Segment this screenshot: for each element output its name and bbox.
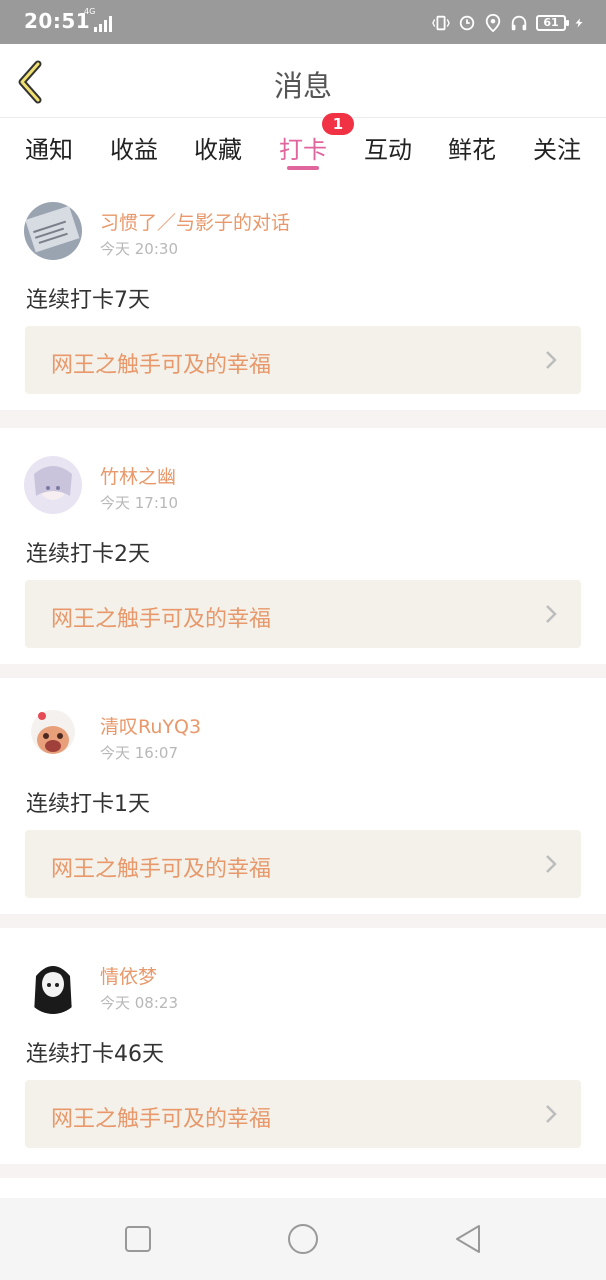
page-title: 消息 — [273, 69, 332, 103]
message-text: 连续打卡1天 — [26, 792, 150, 817]
signal-icon — [94, 16, 112, 32]
username[interactable]: 情依梦 — [100, 962, 157, 989]
book-title: 网王之触手可及的幸福 — [51, 607, 272, 632]
tab-bar: 通知 收益 收藏 打卡 互动 鲜花 关注 — [0, 118, 606, 174]
message-card: 清叹RuYQ3 今天 16:07 连续打卡1天 网王之触手可及的幸福 — [0, 678, 606, 914]
book-link[interactable]: 网王之触手可及的幸福 — [25, 830, 581, 898]
alarm-icon — [459, 15, 475, 31]
timestamp: 今天 20:30 — [100, 240, 178, 258]
avatar[interactable] — [24, 956, 82, 1014]
chevron-right-icon — [546, 351, 557, 369]
chevron-right-icon — [546, 1105, 557, 1123]
username[interactable]: 清叹RuYQ3 — [100, 712, 201, 739]
book-link[interactable]: 网王之触手可及的幸福 — [25, 580, 581, 648]
timestamp: 今天 16:07 — [100, 744, 178, 762]
message-text: 连续打卡7天 — [26, 288, 150, 313]
username[interactable]: 竹林之幽 — [100, 462, 176, 489]
status-icons: 61 — [432, 12, 584, 34]
tab-following[interactable]: 关注 — [533, 130, 581, 165]
message-text: 连续打卡2天 — [26, 542, 150, 567]
location-icon — [485, 14, 501, 32]
message-card: 情依梦 今天 08:23 连续打卡46天 网王之触手可及的幸福 — [0, 928, 606, 1164]
chevron-right-icon — [546, 605, 557, 623]
charging-icon — [575, 18, 583, 28]
username[interactable]: 习惯了／与影子的对话 — [100, 208, 290, 235]
app-screen: 20:51 4G 61 消息 通知 收益 收藏 打卡 互动 鲜花 关注 1 习惯… — [0, 0, 606, 1280]
book-link[interactable]: 网王之触手可及的幸福 — [25, 326, 581, 394]
headphones-icon — [511, 15, 527, 31]
tab-interactions[interactable]: 互动 — [364, 130, 412, 165]
book-title: 网王之触手可及的幸福 — [51, 1107, 272, 1132]
active-tab-indicator — [287, 166, 319, 170]
avatar[interactable] — [24, 456, 82, 514]
message-text: 连续打卡46天 — [26, 1042, 164, 1067]
header: 消息 — [0, 44, 606, 118]
tab-earnings[interactable]: 收益 — [110, 130, 158, 165]
book-title: 网王之触手可及的幸福 — [51, 353, 272, 378]
home-icon[interactable] — [286, 1222, 320, 1256]
network-type: 4G — [84, 7, 96, 16]
system-nav-bar — [0, 1198, 606, 1280]
message-list: 习惯了／与影子的对话 今天 20:30 连续打卡7天 网王之触手可及的幸福 竹林… — [0, 174, 606, 1198]
timestamp: 今天 17:10 — [100, 494, 178, 512]
vibrate-icon — [432, 15, 450, 31]
tab-favorites[interactable]: 收藏 — [194, 130, 242, 165]
status-bar: 20:51 4G 61 — [0, 0, 606, 44]
book-link[interactable]: 网王之触手可及的幸福 — [25, 1080, 581, 1148]
avatar[interactable] — [24, 706, 82, 764]
checkin-count-badge: 1 — [322, 113, 354, 135]
message-card-partial — [0, 1178, 606, 1198]
battery-icon: 61 — [536, 15, 569, 31]
tab-checkin[interactable]: 打卡 — [279, 130, 327, 165]
status-time: 20:51 — [24, 9, 91, 33]
recent-apps-icon[interactable] — [121, 1222, 155, 1256]
message-card: 习惯了／与影子的对话 今天 20:30 连续打卡7天 网王之触手可及的幸福 — [0, 174, 606, 410]
book-title: 网王之触手可及的幸福 — [51, 857, 272, 882]
tab-notifications[interactable]: 通知 — [25, 130, 73, 165]
tab-flowers[interactable]: 鲜花 — [448, 130, 496, 165]
back-nav-icon[interactable] — [451, 1222, 485, 1256]
timestamp: 今天 08:23 — [100, 994, 178, 1012]
avatar[interactable] — [24, 202, 82, 260]
message-card: 竹林之幽 今天 17:10 连续打卡2天 网王之触手可及的幸福 — [0, 428, 606, 664]
chevron-right-icon — [546, 855, 557, 873]
